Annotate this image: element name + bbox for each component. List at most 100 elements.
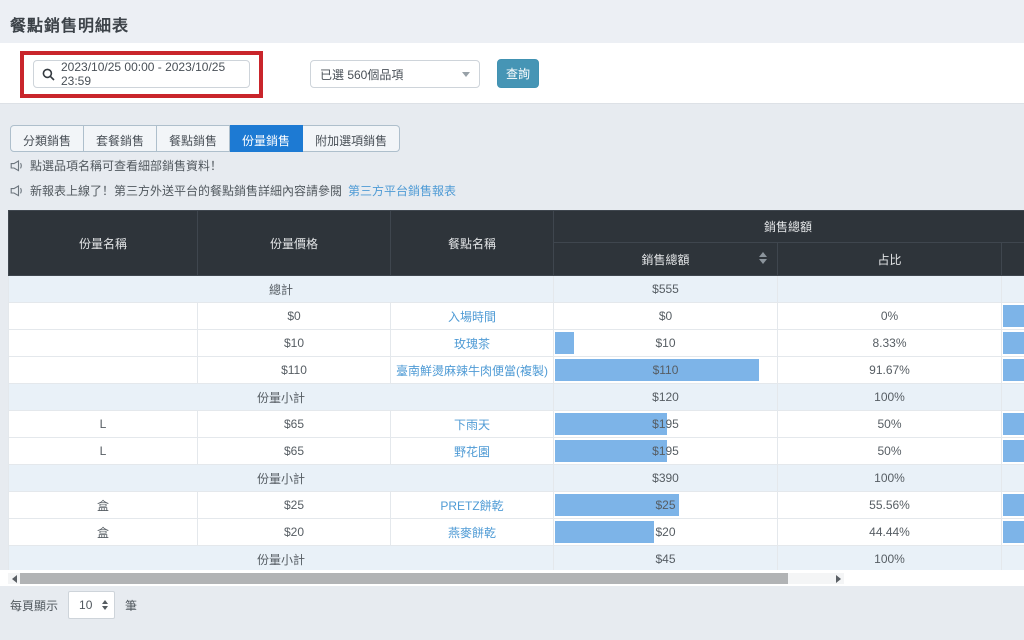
scroll-left-arrow-icon[interactable] [8, 573, 20, 584]
cell-ratio: 50% [778, 411, 1002, 438]
clipped-bar-fragment [1003, 332, 1024, 354]
item-row: $10玫瑰茶$108.33% [9, 330, 1024, 357]
cell-size-price: $65 [198, 438, 391, 465]
cell-size-name [9, 357, 198, 384]
subtotal-row-amount: $120 [554, 384, 778, 411]
cell-clipped-next-column [1002, 438, 1024, 465]
cell-size-name: L [9, 438, 198, 465]
notice-text: 點選品項名稱可查看細部銷售資料！ [30, 157, 222, 174]
item-row: 盒$25PRETZ餅乾$2555.56% [9, 492, 1024, 519]
cell-sales-amount: $195 [554, 411, 778, 438]
total-row-ratio [778, 276, 1002, 303]
clipped-bar-fragment [1003, 494, 1024, 516]
notice-line-2: 新報表上線了！第三方外送平台的餐點銷售詳細內容請參閱第三方平台銷售報表 [10, 182, 456, 199]
clipped-bar-fragment [1003, 305, 1024, 327]
per-page-select[interactable]: 10 [68, 591, 115, 619]
cell-item-name: PRETZ餅乾 [391, 492, 554, 519]
item-row: $110臺南鮮燙麻辣牛肉便當(複製)$11091.67% [9, 357, 1024, 384]
tab-bar: 分類銷售套餐銷售餐點銷售份量銷售附加選項銷售 [10, 125, 400, 152]
query-button[interactable]: 查詢 [497, 59, 539, 88]
cell-sales-amount: $20 [554, 519, 778, 546]
page-title: 餐點銷售明細表 [0, 0, 1024, 36]
cell-ratio: 44.44% [778, 519, 1002, 546]
per-page-unit: 筆 [125, 597, 137, 614]
total-row: 總計$555 [9, 276, 1024, 303]
item-name-link[interactable]: 野花園 [454, 445, 490, 459]
col-header-size-name: 份量名稱 [9, 211, 198, 276]
sales-amount-bar [555, 521, 654, 543]
item-name-link[interactable]: 下雨天 [454, 418, 490, 432]
cell-clipped-next-column [1002, 411, 1024, 438]
filter-panel: 2023/10/25 00:00 - 2023/10/25 23:59 已選 5… [0, 43, 1024, 104]
item-row: L$65野花園$19550% [9, 438, 1024, 465]
per-page-value: 10 [79, 598, 92, 612]
subtotal-row-clipped [1002, 465, 1024, 492]
search-icon [42, 68, 55, 81]
subtotal-row-clipped [1002, 546, 1024, 573]
sales-amount-bar [555, 332, 574, 354]
item-name-link[interactable]: 燕麥餅乾 [448, 526, 496, 540]
cell-sales-amount: $195 [554, 438, 778, 465]
item-name-link[interactable]: 臺南鮮燙麻辣牛肉便當(複製) [396, 364, 548, 378]
sub-header-clipped [1002, 243, 1024, 276]
third-party-report-link[interactable]: 第三方平台銷售報表 [348, 182, 456, 199]
items-filter-dropdown[interactable]: 已選 560個品項 [310, 60, 480, 88]
cell-size-price: $10 [198, 330, 391, 357]
cell-size-price: $20 [198, 519, 391, 546]
sales-table-container: 份量名稱 份量價格 餐點名稱 銷售總額 銷售總額 占比 總計$555$0入場 [8, 210, 1024, 572]
cell-ratio: 55.56% [778, 492, 1002, 519]
notice-line-1: 點選品項名稱可查看細部銷售資料！ [10, 157, 222, 174]
cell-item-name: 入場時間 [391, 303, 554, 330]
total-row-clipped [1002, 276, 1024, 303]
horizontal-scrollbar[interactable] [8, 573, 844, 584]
cell-clipped-next-column [1002, 330, 1024, 357]
main-content: 分類銷售套餐銷售餐點銷售份量銷售附加選項銷售 點選品項名稱可查看細部銷售資料！ … [0, 104, 1024, 640]
notice-text: 新報表上線了！第三方外送平台的餐點銷售詳細內容請參閱 [30, 182, 342, 199]
chevron-down-icon [462, 72, 470, 77]
tab-分類銷售[interactable]: 分類銷售 [10, 125, 84, 152]
cell-clipped-next-column [1002, 519, 1024, 546]
clipped-bar-fragment [1003, 359, 1024, 381]
tab-份量銷售[interactable]: 份量銷售 [230, 125, 303, 152]
clipped-bar-fragment [1003, 521, 1024, 543]
clipped-bar-fragment [1003, 440, 1024, 462]
item-row: $0入場時間$00% [9, 303, 1024, 330]
sales-amount-bar [555, 413, 667, 435]
item-name-link[interactable]: 入場時間 [448, 310, 496, 324]
sub-header-sales-total[interactable]: 銷售總額 [554, 243, 778, 276]
scrollbar-thumb[interactable] [20, 573, 788, 584]
subtotal-row-label: 份量小計 [9, 465, 554, 492]
cell-size-name [9, 303, 198, 330]
item-name-link[interactable]: PRETZ餅乾 [440, 499, 503, 513]
clipped-bar-fragment [1003, 413, 1024, 435]
pagination: 每頁顯示 10 筆 [10, 591, 137, 619]
subtotal-row: 份量小計$45100% [9, 546, 1024, 573]
date-range-input[interactable]: 2023/10/25 00:00 - 2023/10/25 23:59 [33, 60, 250, 88]
per-page-label: 每頁顯示 [10, 597, 58, 614]
item-name-link[interactable]: 玫瑰茶 [454, 337, 490, 351]
sales-table: 份量名稱 份量價格 餐點名稱 銷售總額 銷售總額 占比 總計$555$0入場 [8, 210, 1024, 572]
cell-clipped-next-column [1002, 303, 1024, 330]
subtotal-row: 份量小計$120100% [9, 384, 1024, 411]
tab-餐點銷售[interactable]: 餐點銷售 [157, 125, 230, 152]
cell-size-name [9, 330, 198, 357]
sort-icon[interactable] [759, 252, 767, 264]
cell-item-name: 玫瑰茶 [391, 330, 554, 357]
cell-clipped-next-column [1002, 357, 1024, 384]
cell-size-name: L [9, 411, 198, 438]
subtotal-row-label: 份量小計 [9, 384, 554, 411]
cell-sales-amount: $25 [554, 492, 778, 519]
cell-sales-amount: $110 [554, 357, 778, 384]
tab-附加選項銷售[interactable]: 附加選項銷售 [303, 125, 400, 152]
cell-size-price: $65 [198, 411, 391, 438]
subtotal-row-ratio: 100% [778, 384, 1002, 411]
cell-size-price: $0 [198, 303, 391, 330]
cell-sales-amount: $0 [554, 303, 778, 330]
tab-套餐銷售[interactable]: 套餐銷售 [84, 125, 157, 152]
subtotal-row-clipped [1002, 384, 1024, 411]
subtotal-row-ratio: 100% [778, 465, 1002, 492]
scroll-right-arrow-icon[interactable] [832, 573, 844, 584]
item-row: 盒$20燕麥餅乾$2044.44% [9, 519, 1024, 546]
subtotal-row-amount: $45 [554, 546, 778, 573]
spinner-arrows-icon[interactable] [102, 600, 108, 610]
